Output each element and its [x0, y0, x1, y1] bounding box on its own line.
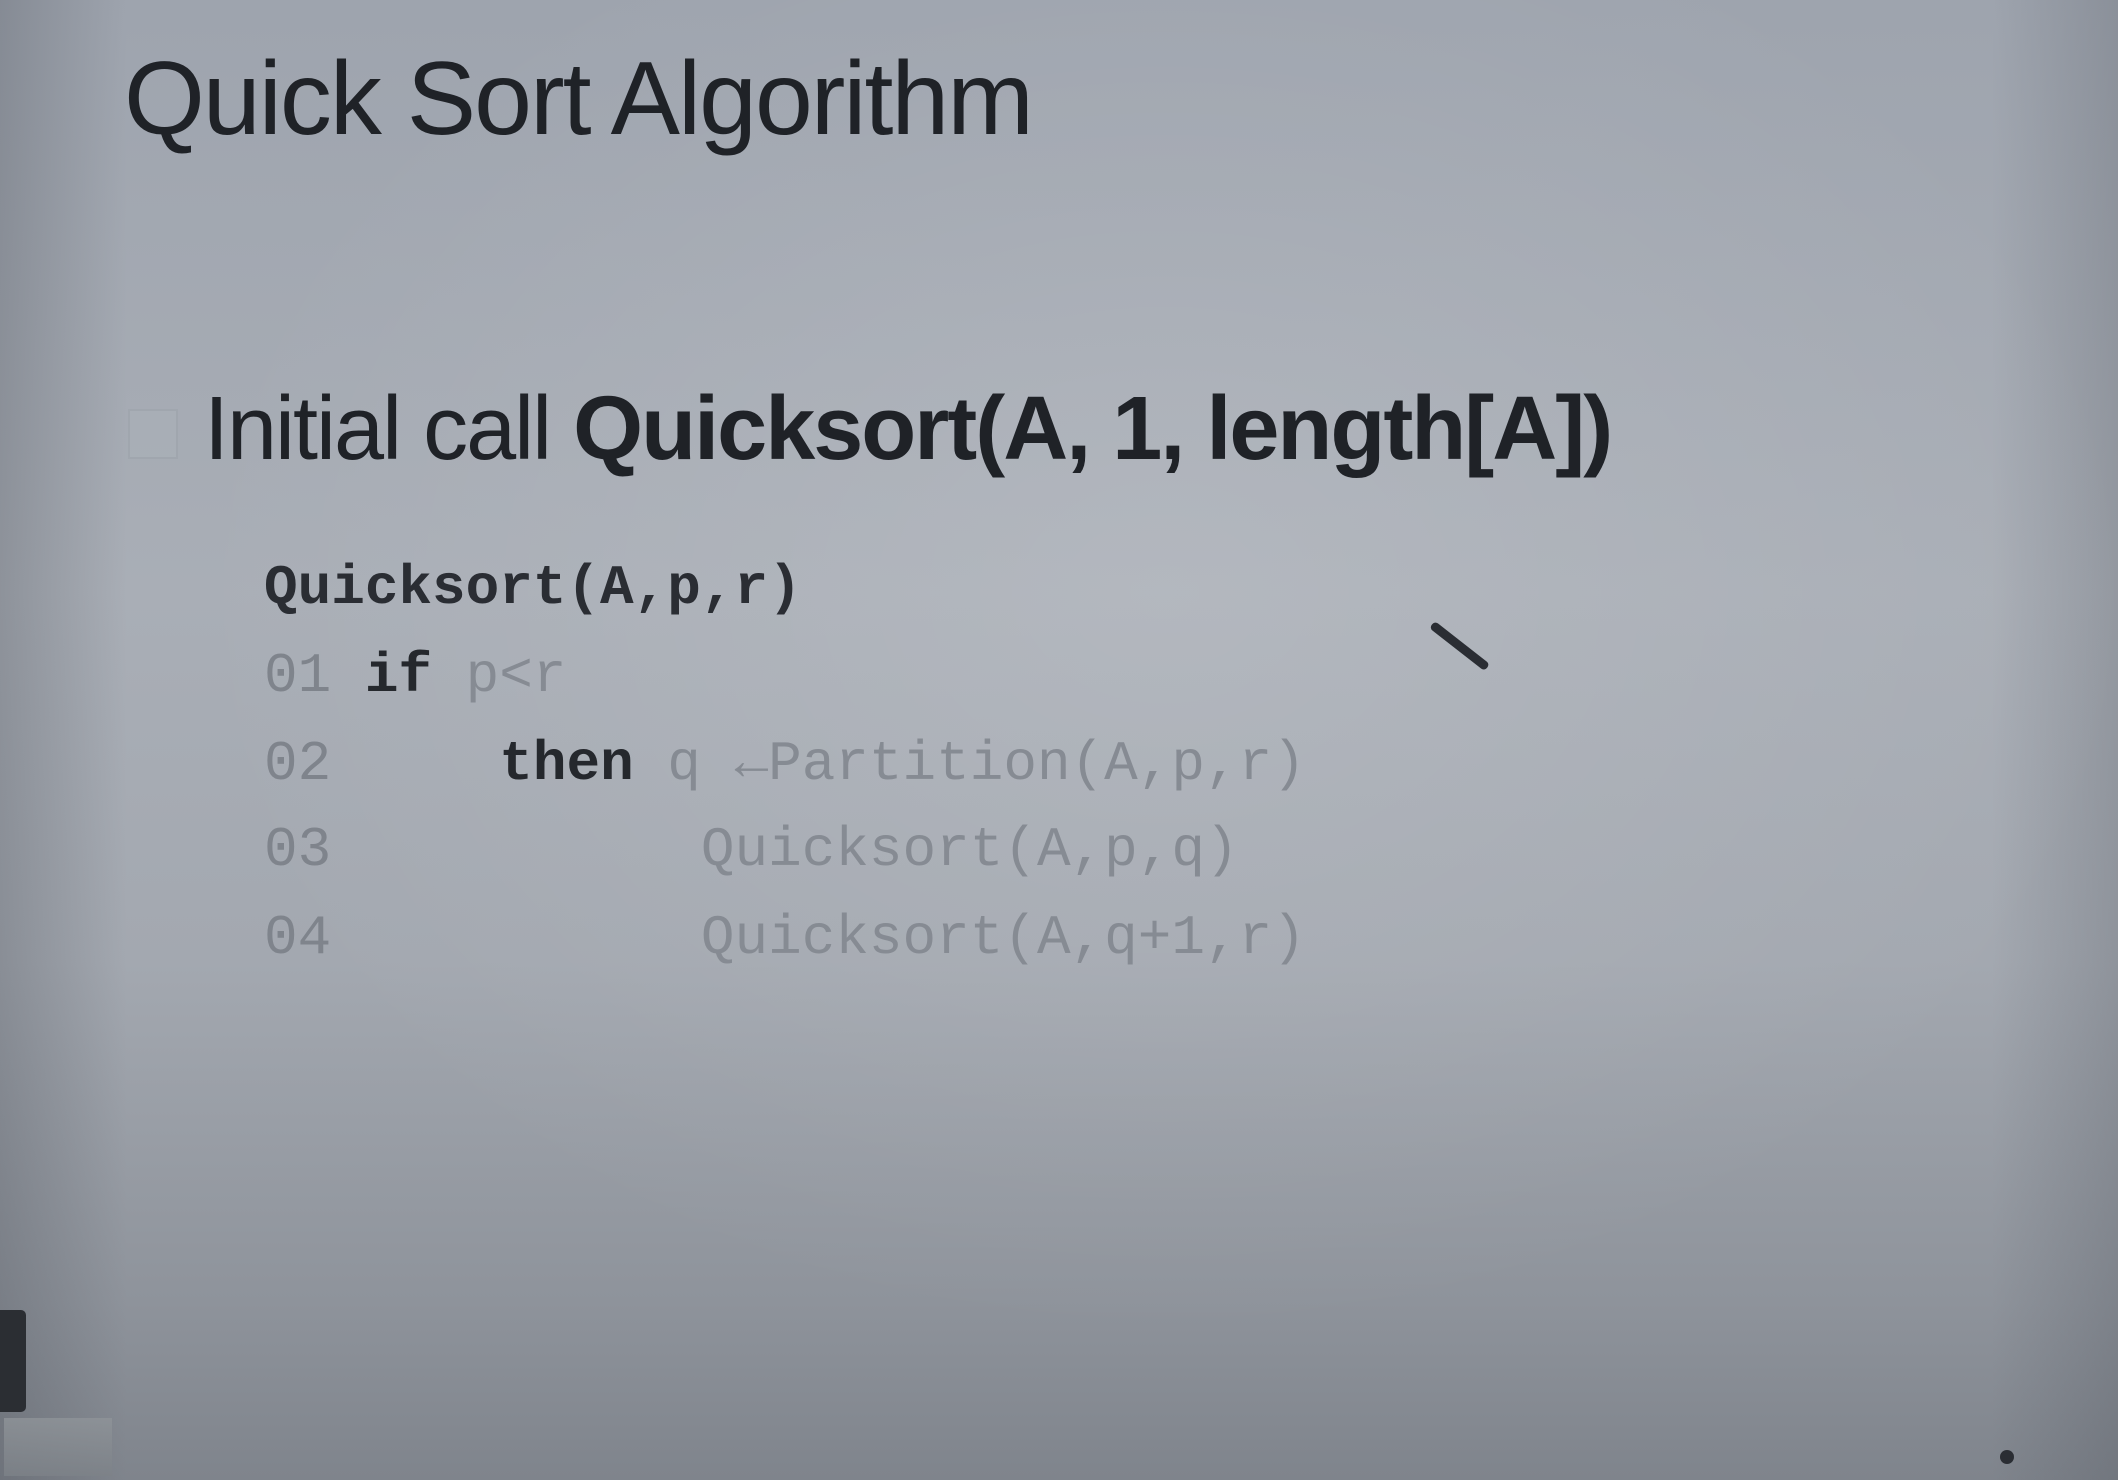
bullet-text: Initial call Quicksort(A, 1, length[A]) [204, 378, 1613, 481]
slide-title: Quick Sort Algorithm [124, 41, 1034, 157]
code-text: p<r [432, 644, 567, 708]
bullet-square-icon [128, 408, 178, 459]
line-number: 04 [264, 906, 332, 970]
side-panel-handle[interactable] [0, 1310, 26, 1412]
code-line-03: 03 Quicksort(A,p,q) [264, 818, 1239, 882]
corner-dot-icon [2000, 1450, 2014, 1464]
line-number: 01 [264, 644, 332, 708]
code-keyword: if [364, 644, 433, 708]
code-line-02: 02 then q ←Partition(A,p,r) [264, 732, 1306, 796]
code-line-01: 01 if p<r [264, 644, 566, 708]
code-line-04: 04 Quicksort(A,q+1,r) [264, 906, 1306, 970]
code-text: Quicksort(A,p,q) [700, 818, 1239, 882]
corner-thumbnail [4, 1418, 112, 1476]
code-header: Quicksort(A,p,r) [264, 556, 802, 620]
bullet-item: Initial call Quicksort(A, 1, length[A]) [128, 378, 1613, 481]
lecture-slide: Quick Sort Algorithm Initial call Quicks… [0, 0, 2118, 1480]
line-number: 03 [264, 818, 332, 882]
pseudocode-block: Quicksort(A,p,r) 01 if p<r 02 then q ←Pa… [264, 556, 1306, 1260]
line-number: 02 [264, 732, 332, 796]
code-keyword: then [499, 732, 634, 796]
laser-pointer-mark [1429, 620, 1490, 672]
code-text: Quicksort(A,q+1,r) [700, 906, 1306, 970]
bullet-call: Quicksort(A, 1, length[A]) [573, 379, 1613, 479]
bullet-prefix: Initial call [204, 379, 574, 479]
code-text: q ←Partition(A,p,r) [633, 732, 1306, 796]
